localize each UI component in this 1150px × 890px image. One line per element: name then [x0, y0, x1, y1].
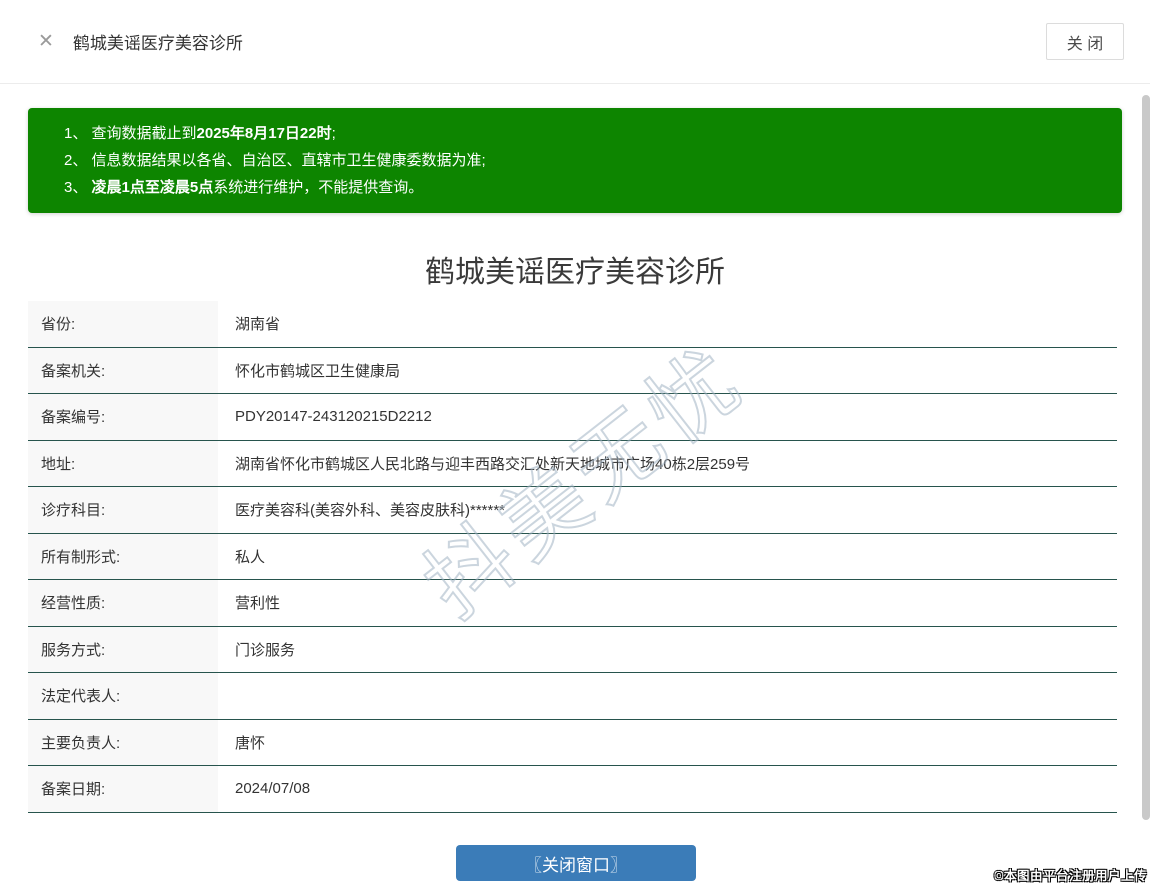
table-row-business-nature: 经营性质: 营利性: [28, 580, 1117, 627]
table-row-main-person-in-charge: 主要负责人: 唐怀: [28, 719, 1117, 766]
row-value: PDY20147-243120215D2212: [235, 408, 432, 426]
notice-text: 1、 查询数据截止到: [64, 125, 197, 142]
notice-text: 2、 信息数据结果以各省、自治区、直辖市卫生健康委数据为准;: [64, 152, 486, 169]
table-row-ownership-form: 所有制形式: 私人: [28, 533, 1117, 580]
row-value: 2024/07/08: [235, 780, 311, 798]
close-window-button[interactable]: 〖关闭窗口〗: [456, 845, 696, 881]
row-label: 服务方式:: [28, 626, 218, 672]
notice-text: 3、: [64, 179, 92, 196]
row-label: 诊疗科目:: [28, 487, 218, 533]
table-row-filing-authority: 备案机关: 怀化市鹤城区卫生健康局: [28, 347, 1117, 394]
row-label: 法定代表人:: [28, 673, 218, 719]
row-value: 私人: [235, 548, 266, 566]
page-title: 鹤城美谣医疗美容诊所: [425, 256, 725, 289]
row-value: 营利性: [235, 595, 281, 613]
table-row-service-mode: 服务方式: 门诊服务: [28, 626, 1117, 673]
row-value: 医疗美容科(美容外科、美容皮肤科)******: [235, 502, 506, 520]
row-label: 所有制形式:: [28, 533, 218, 579]
row-label: 省份:: [28, 301, 218, 347]
notice-line-3: 3、 凌晨1点至凌晨5点系统进行维护，不能提供查询。: [64, 174, 1102, 201]
clinic-info-table: 省份: 湖南省 备案机关: 怀化市鹤城区卫生健康局 备案编号: PDY20147…: [28, 301, 1117, 813]
row-label: 备案日期:: [28, 766, 218, 812]
notice-box: 1、 查询数据截止到2025年8月17日22时; 2、 信息数据结果以各省、自治…: [28, 108, 1122, 213]
row-value: 湖南省: [235, 316, 281, 334]
table-row-province: 省份: 湖南省: [28, 301, 1117, 348]
topbar-title: 鹤城美谣医疗美容诊所: [72, 34, 243, 53]
row-value: 怀化市鹤城区卫生健康局: [235, 362, 401, 380]
notice-line-1: 1、 查询数据截止到2025年8月17日22时;: [64, 120, 1102, 147]
close-button[interactable]: 关 闭: [1046, 23, 1124, 60]
table-row-filing-number: 备案编号: PDY20147-243120215D2212: [28, 394, 1117, 441]
notice-line-2: 2、 信息数据结果以各省、自治区、直辖市卫生健康委数据为准;: [64, 147, 1102, 174]
row-label: 地址:: [28, 440, 218, 486]
row-value: 唐怀: [235, 734, 266, 752]
table-row-filing-date: 备案日期: 2024/07/08: [28, 766, 1117, 813]
notice-text: ;: [331, 125, 336, 142]
close-x-icon[interactable]: ✕: [38, 32, 54, 51]
notice-text-bold: 凌晨1点至凌晨5点: [91, 179, 214, 196]
row-label: 主要负责人:: [28, 719, 218, 765]
notice-text: 系统进行维护，不能提供查询。: [213, 179, 424, 196]
row-label: 备案机关:: [28, 347, 218, 393]
topbar: ✕ 鹤城美谣医疗美容诊所 关 闭: [0, 0, 1150, 84]
row-label: 经营性质:: [28, 580, 218, 626]
table-row-legal-representative: 法定代表人:: [28, 673, 1117, 720]
corner-copyright-watermark: ©本图由平台注册用户上传: [994, 869, 1147, 883]
vertical-scrollbar-thumb[interactable]: [1142, 95, 1150, 820]
row-value: [218, 673, 1117, 719]
notice-text-bold: 2025年8月17日22时: [196, 125, 332, 142]
row-label: 备案编号:: [28, 394, 218, 440]
row-value: 门诊服务: [235, 641, 296, 659]
table-row-address: 地址: 湖南省怀化市鹤城区人民北路与迎丰西路交汇处新天地城市广场40栋2层259…: [28, 440, 1117, 487]
table-row-medical-subjects: 诊疗科目: 医疗美容科(美容外科、美容皮肤科)******: [28, 487, 1117, 534]
row-value: 湖南省怀化市鹤城区人民北路与迎丰西路交汇处新天地城市广场40栋2层259号: [235, 455, 751, 473]
